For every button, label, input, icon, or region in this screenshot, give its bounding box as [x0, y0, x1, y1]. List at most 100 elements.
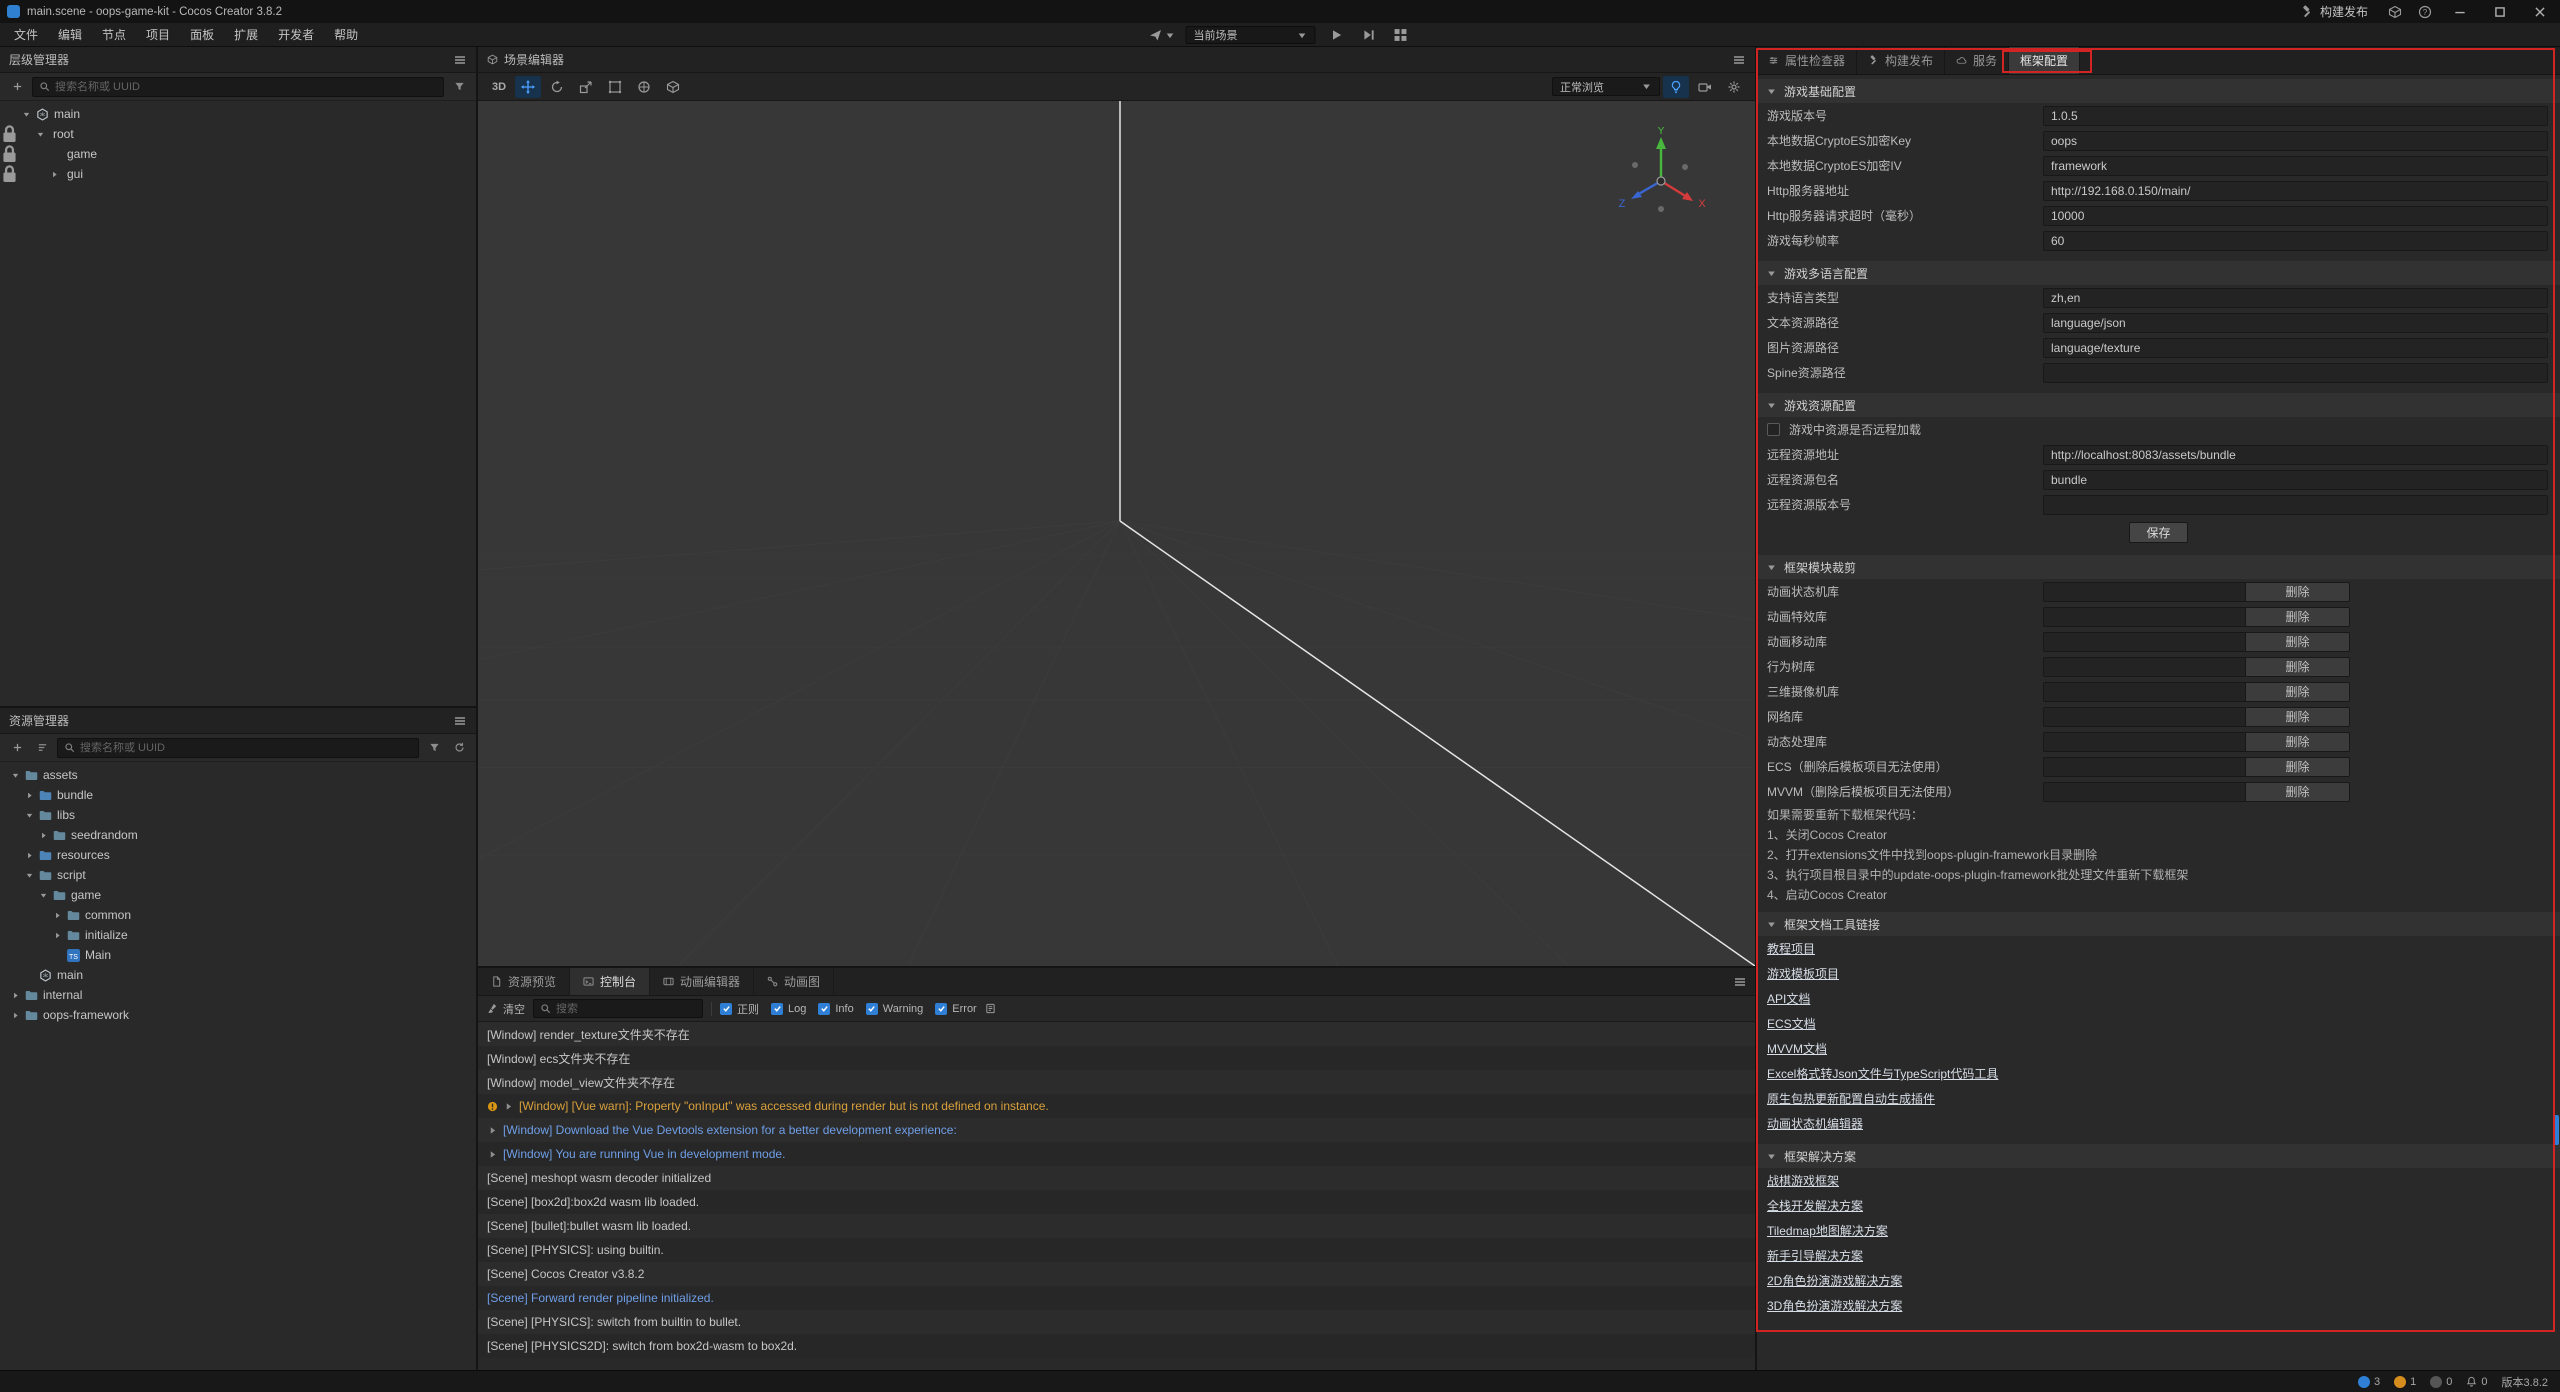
section-header-trim[interactable]: 框架模块裁剪 [1757, 555, 2560, 579]
inspector-tab-inspector[interactable]: 属性检查器 [1757, 47, 1857, 74]
console-search-input[interactable] [556, 1003, 696, 1015]
asset-node-common[interactable]: common [0, 905, 476, 925]
save-button[interactable]: 保存 [2129, 522, 2187, 543]
build-publish-button[interactable]: 构建发布 [2288, 0, 2380, 23]
tree-arrow-down-icon[interactable] [22, 811, 37, 820]
link-sol-3d-rpg[interactable]: 3D角色扮演游戏解决方案 [1767, 1297, 1902, 1314]
input-texture-path[interactable] [2043, 338, 2548, 358]
log-row-9[interactable]: [Scene] [PHYSICS]: using builtin. [478, 1238, 1755, 1262]
tree-arrow-right-icon[interactable] [36, 831, 51, 840]
filter-info-checkbox[interactable] [818, 1003, 830, 1015]
log-row-7[interactable]: [Scene] [box2d]:box2d wasm lib loaded. [478, 1190, 1755, 1214]
close-button[interactable] [2520, 0, 2560, 23]
scene-settings-button[interactable] [1721, 76, 1747, 98]
menu-panel[interactable]: 面板 [180, 26, 224, 43]
filter-warning-checkbox[interactable] [866, 1003, 878, 1015]
maximize-button[interactable] [2480, 0, 2520, 23]
assets-search-input[interactable] [80, 742, 412, 754]
delete-trim-mvvm-button[interactable]: 删除 [2246, 782, 2350, 802]
log-row-0[interactable]: [Window] render_texture文件夹不存在 [478, 1022, 1755, 1046]
add-node-button[interactable] [7, 77, 27, 97]
tree-arrow-down-icon[interactable] [19, 110, 34, 119]
lighting-toggle-button[interactable] [1663, 76, 1689, 98]
input-http-timeout[interactable] [2043, 206, 2548, 226]
menu-file[interactable]: 文件 [4, 26, 48, 43]
hamburger-menu-icon[interactable] [453, 714, 467, 728]
add-asset-button[interactable] [7, 738, 27, 758]
tree-arrow-right-icon[interactable] [22, 851, 37, 860]
input-fps[interactable] [2043, 231, 2548, 251]
delete-trim-dynamic-button[interactable]: 删除 [2246, 732, 2350, 752]
log-row-13[interactable]: [Scene] [PHYSICS2D]: switch from box2d-w… [478, 1334, 1755, 1358]
package-button[interactable] [2380, 0, 2410, 23]
refresh-assets-button[interactable] [449, 738, 469, 758]
rect-tool-button[interactable] [602, 76, 628, 98]
section-header-solutions[interactable]: 框架解决方案 [1757, 1144, 2560, 1168]
sort-assets-button[interactable] [32, 738, 52, 758]
delete-trim-behavior-tree-button[interactable]: 删除 [2246, 657, 2350, 677]
asset-node-main[interactable]: TSMain [0, 945, 476, 965]
asset-node-bundle[interactable]: bundle [0, 785, 476, 805]
menu-edit[interactable]: 编辑 [48, 26, 92, 43]
link-sol-war-chess[interactable]: 战棋游戏框架 [1767, 1172, 1839, 1189]
section-header-language[interactable]: 游戏多语言配置 [1757, 261, 2560, 285]
log-row-2[interactable]: [Window] model_view文件夹不存在 [478, 1070, 1755, 1094]
hamburger-menu-icon[interactable] [1733, 975, 1747, 989]
input-remote-version[interactable] [2043, 495, 2548, 515]
error-counter[interactable]: 0 [2430, 1376, 2452, 1388]
asset-node-main[interactable]: main [0, 965, 476, 985]
remote-load-checkbox[interactable] [1767, 423, 1780, 436]
console-tab-console[interactable]: 控制台 [570, 968, 650, 995]
asset-node-oops-framework[interactable]: oops-framework [0, 1005, 476, 1025]
scrollbar-thumb[interactable] [2554, 1115, 2559, 1145]
input-remote-bundle[interactable] [2043, 470, 2548, 490]
link-sol-2d-rpg[interactable]: 2D角色扮演游戏解决方案 [1767, 1272, 1902, 1289]
link-doc-tutorial[interactable]: 教程项目 [1767, 940, 1815, 957]
inspector-tab-framework[interactable]: 框架配置 [2009, 47, 2080, 74]
filter-error-checkbox[interactable] [935, 1003, 947, 1015]
tree-arrow-down-icon[interactable] [22, 871, 37, 880]
menu-project[interactable]: 项目 [136, 26, 180, 43]
camera-view-button[interactable] [1692, 76, 1718, 98]
move-tool-button[interactable] [515, 76, 541, 98]
link-doc-mvvm[interactable]: MVVM文档 [1767, 1040, 1827, 1057]
play-button[interactable] [1326, 25, 1348, 45]
link-sol-fullstack[interactable]: 全栈开发解决方案 [1767, 1197, 1863, 1214]
hamburger-menu-icon[interactable] [1732, 53, 1746, 67]
input-http-server[interactable] [2043, 181, 2548, 201]
asset-node-internal[interactable]: internal [0, 985, 476, 1005]
console-tab-anim-editor[interactable]: 动画编辑器 [650, 968, 754, 995]
filter-log-checkbox[interactable] [771, 1003, 783, 1015]
input-spine-path[interactable] [2043, 363, 2548, 383]
tree-arrow-right-icon[interactable] [47, 170, 62, 179]
asset-node-assets[interactable]: assets [0, 765, 476, 785]
link-doc-api[interactable]: API文档 [1767, 990, 1810, 1007]
link-sol-tiledmap[interactable]: Tiledmap地图解决方案 [1767, 1222, 1888, 1239]
log-row-8[interactable]: [Scene] [bullet]:bullet wasm lib loaded. [478, 1214, 1755, 1238]
hierarchy-search-input[interactable] [55, 81, 437, 93]
help-button[interactable]: ? [2410, 0, 2440, 23]
log-row-4[interactable]: [Window] Download the Vue Devtools exten… [478, 1118, 1755, 1142]
delete-trim-move-button[interactable]: 删除 [2246, 632, 2350, 652]
console-tab-preview[interactable]: 资源预览 [478, 968, 570, 995]
log-row-3[interactable]: [Window] [Vue warn]: Property "onInput" … [478, 1094, 1755, 1118]
input-text-path[interactable] [2043, 313, 2548, 333]
tree-arrow-right-icon[interactable] [8, 1011, 23, 1020]
delete-trim-network-button[interactable]: 删除 [2246, 707, 2350, 727]
preview-scene-select[interactable]: 当前场景 [1186, 26, 1316, 44]
asset-node-seedrandom[interactable]: seedrandom [0, 825, 476, 845]
step-button[interactable] [1358, 25, 1380, 45]
scale-tool-button[interactable] [573, 76, 599, 98]
menu-extension[interactable]: 扩展 [224, 26, 268, 43]
snap-button[interactable] [660, 76, 686, 98]
input-crypto-key[interactable] [2043, 131, 2548, 151]
section-header-resource[interactable]: 游戏资源配置 [1757, 393, 2560, 417]
hierarchy-node-main[interactable]: main [0, 104, 476, 124]
menu-developer[interactable]: 开发者 [268, 26, 324, 43]
view-mode-select[interactable]: 正常浏览 [1552, 77, 1660, 96]
hierarchy-node-gui[interactable]: gui [0, 164, 476, 184]
rotate-tool-button[interactable] [544, 76, 570, 98]
tree-arrow-down-icon[interactable] [36, 891, 51, 900]
regex-checkbox[interactable] [720, 1003, 732, 1015]
menu-help[interactable]: 帮助 [324, 26, 368, 43]
